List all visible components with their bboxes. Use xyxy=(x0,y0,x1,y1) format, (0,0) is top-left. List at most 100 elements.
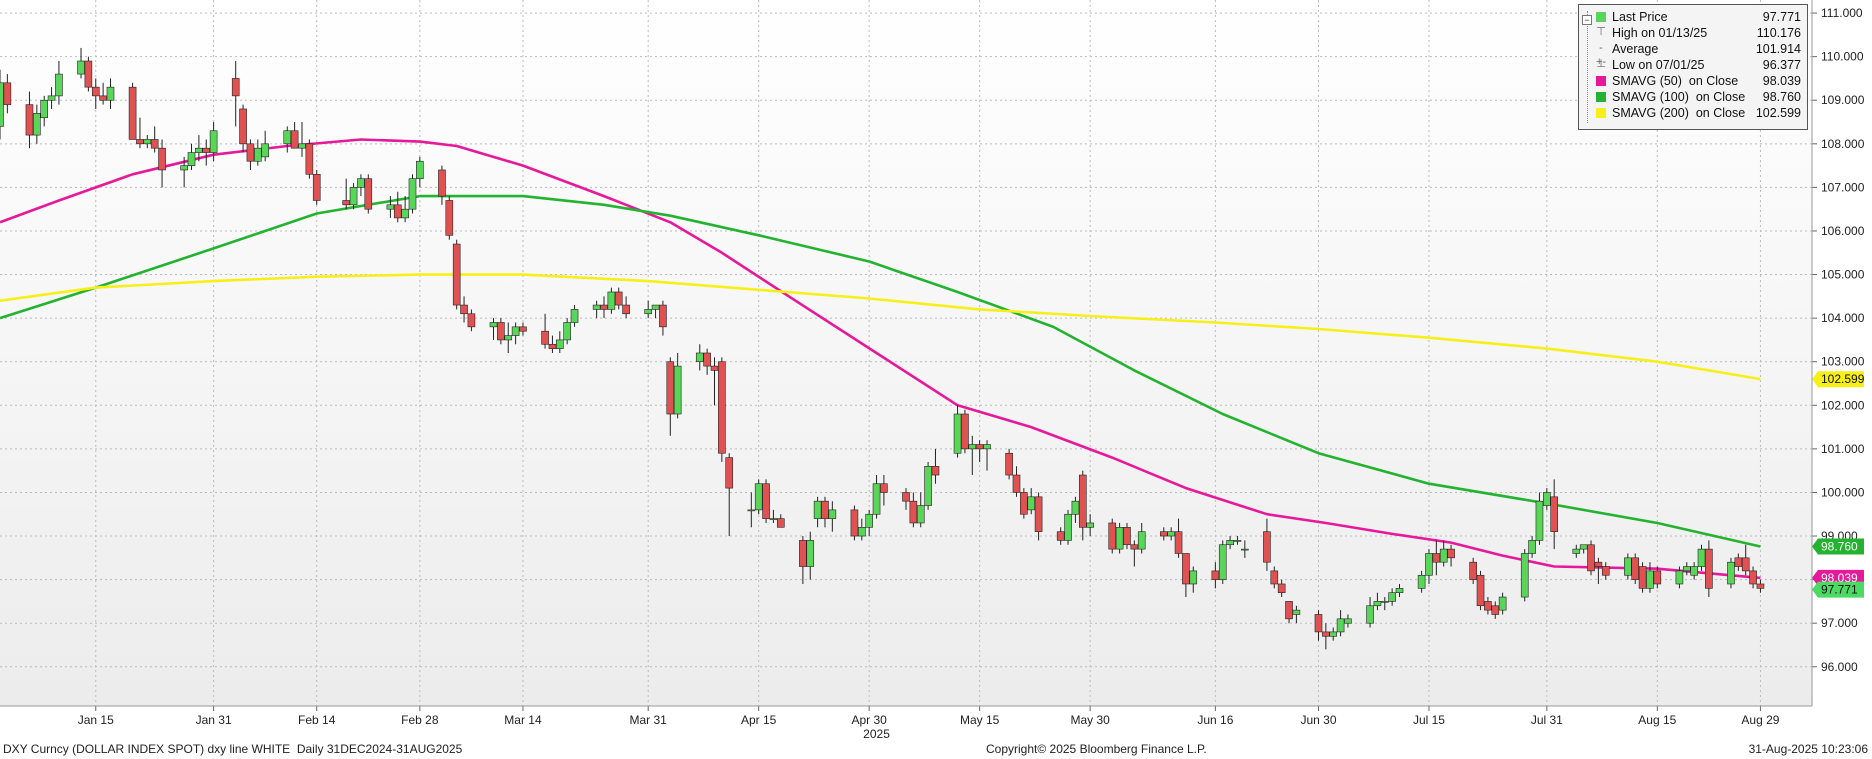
candle-body xyxy=(872,483,881,515)
legend-value: 96.377 xyxy=(1762,58,1801,72)
value-tag-label: 102.599 xyxy=(1821,372,1865,386)
candle-body xyxy=(349,187,358,206)
candle-body xyxy=(445,200,454,236)
candle-body xyxy=(931,466,940,476)
legend-row: ⊥ Low on 07/01/25 96.377 xyxy=(1579,57,1807,73)
legend-row: Last Price 97.771 xyxy=(1579,9,1807,25)
candle-body xyxy=(1756,583,1765,589)
candle-body xyxy=(1137,531,1146,550)
candle-body xyxy=(1425,553,1433,576)
candle-body xyxy=(968,444,977,450)
candle-body xyxy=(1572,548,1581,554)
footer-security-info: DXY Curncy (DOLLAR INDEX SPOT) dxy line … xyxy=(3,742,463,756)
candle-body xyxy=(695,352,704,363)
candle-body xyxy=(747,509,756,512)
candle-body xyxy=(1005,452,1013,476)
legend-label: Average xyxy=(1612,42,1659,56)
candle-body xyxy=(718,361,726,454)
candle-body xyxy=(1226,540,1234,546)
candle-body xyxy=(1233,540,1242,542)
candle-body xyxy=(776,518,785,528)
year-label: 2025 xyxy=(863,727,890,741)
candle-body xyxy=(909,500,918,524)
candle-body xyxy=(239,108,247,145)
candle-body xyxy=(703,352,711,367)
x-tick-label: Aug 15 xyxy=(1638,713,1676,727)
x-tick-label: Apr 15 xyxy=(741,713,777,727)
candle-body xyxy=(489,322,498,328)
y-tick-label: 111.000 xyxy=(1821,6,1863,20)
legend-label: Low on 07/01/25 xyxy=(1612,58,1705,72)
candle-body xyxy=(865,513,873,528)
candle-body xyxy=(1624,557,1632,576)
candle-body xyxy=(1064,513,1072,541)
candle-body xyxy=(467,313,476,328)
candle-body xyxy=(666,361,675,415)
legend-value: 102.599 xyxy=(1755,106,1801,120)
candle-body xyxy=(1078,474,1087,528)
candle-body xyxy=(47,95,56,101)
candle-body xyxy=(84,60,93,88)
x-tick-label: May 30 xyxy=(1070,713,1110,727)
candle-body xyxy=(556,339,564,349)
x-tick-label: Jul 15 xyxy=(1413,713,1445,727)
candle-body xyxy=(1543,492,1551,506)
candle-body xyxy=(209,130,218,153)
candle-body xyxy=(916,505,925,524)
candle-body xyxy=(1520,553,1529,598)
candle-body xyxy=(342,200,350,206)
candle-body xyxy=(77,60,85,75)
candle-body xyxy=(305,143,314,175)
y-tick-label: 105.000 xyxy=(1821,268,1865,282)
candle-body xyxy=(821,500,829,519)
candle-body xyxy=(0,82,4,127)
candle-body xyxy=(1071,500,1080,515)
x-tick-label: Feb 28 xyxy=(401,713,439,727)
candle-body xyxy=(1587,544,1595,572)
candle-body xyxy=(1594,561,1603,567)
candle-body xyxy=(673,365,682,415)
candle-body xyxy=(902,492,910,502)
candle-body xyxy=(416,160,424,179)
candle-body xyxy=(1550,496,1558,532)
candle-body xyxy=(799,540,807,567)
candle-body xyxy=(1034,496,1043,532)
candle-body xyxy=(1189,570,1198,585)
candle-body xyxy=(283,130,292,145)
candle-body xyxy=(1631,557,1640,580)
candle-body xyxy=(1741,557,1750,572)
x-tick-label: Jan 31 xyxy=(196,713,232,727)
footer-copyright: Copyright© 2025 Bloomberg Finance L.P. xyxy=(986,742,1207,756)
candle-body xyxy=(813,500,822,519)
candle-body xyxy=(1314,614,1323,633)
candle-body xyxy=(880,483,888,493)
legend-value: 98.039 xyxy=(1762,74,1801,88)
y-tick-label: 104.000 xyxy=(1821,311,1865,325)
candle-body xyxy=(983,444,991,450)
candle-body xyxy=(106,86,115,101)
candle-body xyxy=(231,78,240,97)
candle-body xyxy=(725,457,734,489)
candle-body xyxy=(1211,570,1220,580)
candle-body xyxy=(25,104,34,136)
candle-body xyxy=(541,330,549,345)
candle-body xyxy=(438,169,446,197)
legend-label: SMAVG (50) on Close xyxy=(1612,74,1739,88)
candle-body xyxy=(33,113,41,136)
y-tick-label: 110.000 xyxy=(1821,50,1864,64)
candle-body xyxy=(644,309,652,315)
candle-body xyxy=(1417,574,1426,589)
legend: − Last Price 97.771 ⊤ High on 01/13/25 110.1… xyxy=(1578,4,1808,130)
value-tag-label: 98.760 xyxy=(1821,539,1858,553)
y-tick-label: 103.000 xyxy=(1821,355,1865,369)
candle-body xyxy=(357,178,365,188)
candle-body xyxy=(828,509,837,519)
candle-body xyxy=(202,147,211,153)
candle-body xyxy=(858,527,866,537)
candle-body xyxy=(1373,601,1382,607)
legend-marker-icon: -+- xyxy=(1595,42,1607,68)
candle-body xyxy=(1218,544,1227,580)
y-tick-label: 109.000 xyxy=(1821,93,1865,107)
candle-body xyxy=(1646,570,1654,589)
x-tick-label: Jul 31 xyxy=(1531,713,1563,727)
